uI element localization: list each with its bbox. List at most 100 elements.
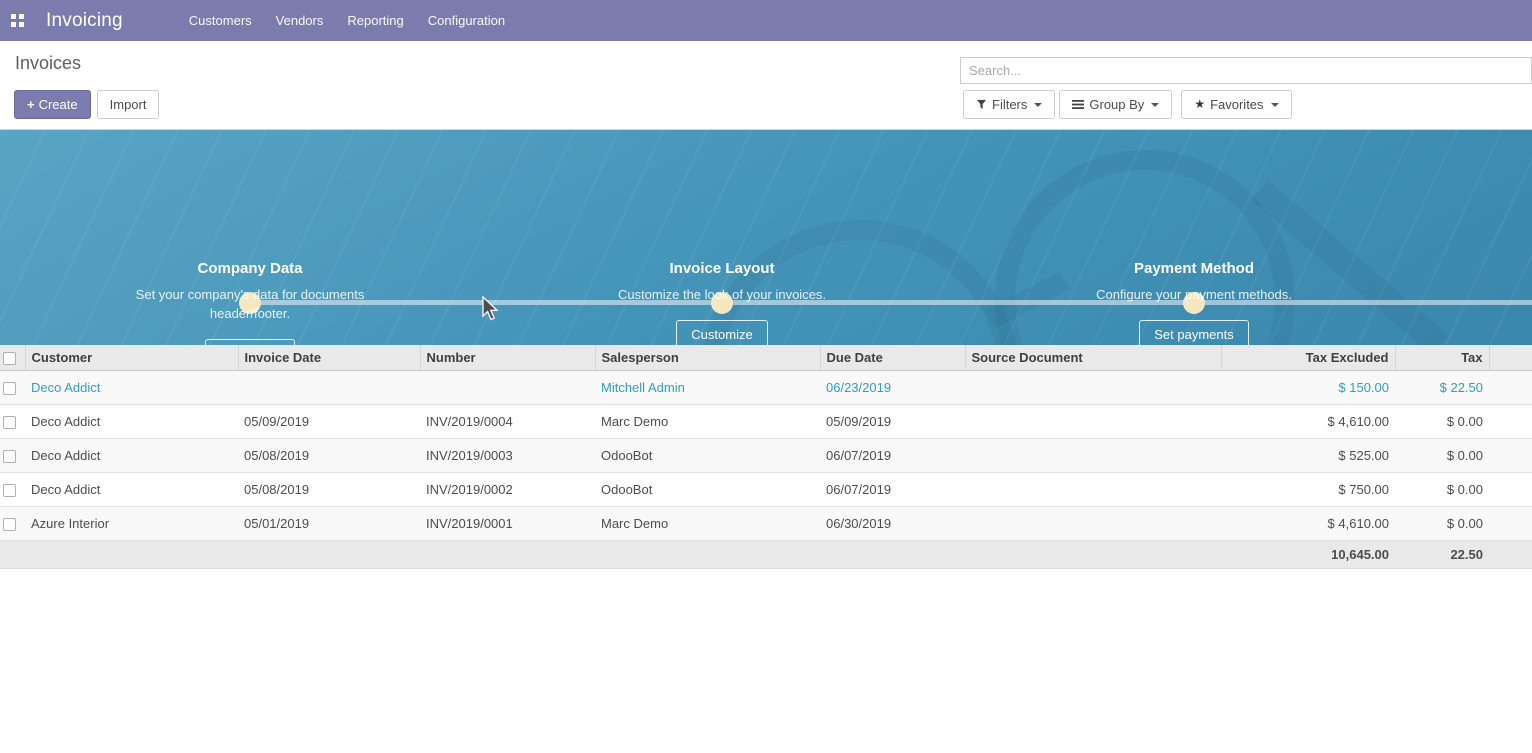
- cell-customer[interactable]: Deco Addict: [25, 472, 238, 506]
- col-header-tax[interactable]: Tax: [1395, 345, 1489, 370]
- star-icon: ★: [1194, 96, 1205, 113]
- menu-configuration[interactable]: Configuration: [418, 13, 515, 28]
- cell-salesperson[interactable]: OdooBot: [595, 472, 820, 506]
- group-by-icon: [1072, 99, 1084, 110]
- cell-number[interactable]: INV/2019/0001: [420, 506, 595, 540]
- row-select-cell: [0, 472, 25, 506]
- row-checkbox[interactable]: [3, 416, 16, 429]
- search-options: Filters Group By ★ Favorites: [963, 90, 1292, 119]
- cell-customer[interactable]: Azure Interior: [25, 506, 238, 540]
- cell-tax[interactable]: $ 22.50: [1395, 370, 1489, 404]
- import-button[interactable]: Import: [97, 90, 160, 119]
- apps-grid-icon: [11, 14, 24, 27]
- invoice-list-table: Customer Invoice Date Number Salesperson…: [0, 345, 1532, 569]
- col-header-customer[interactable]: Customer: [25, 345, 238, 370]
- invoice-row[interactable]: Deco Addict Mitchell Admin06/23/2019 $ 150…: [0, 370, 1532, 404]
- cell-salesperson[interactable]: Mitchell Admin: [595, 370, 820, 404]
- cell-invoice-date[interactable]: 05/09/2019: [238, 404, 420, 438]
- cell-due-date[interactable]: 06/23/2019: [820, 370, 965, 404]
- col-header-salesperson[interactable]: Salesperson: [595, 345, 820, 370]
- cell-tax[interactable]: $ 0.00: [1395, 472, 1489, 506]
- onboarding-step-payment-method: Payment Method Configure your payment me…: [1024, 194, 1364, 345]
- filters-dropdown[interactable]: Filters: [963, 90, 1055, 119]
- invoice-row[interactable]: Deco Addict05/08/2019INV/2019/0002OdooBo…: [0, 472, 1532, 506]
- cell-number[interactable]: [420, 370, 595, 404]
- col-header-tax-excluded[interactable]: Tax Excluded: [1221, 345, 1395, 370]
- tax-total: 22.50: [1395, 540, 1489, 568]
- step-title: Payment Method: [1024, 260, 1364, 277]
- cell-customer[interactable]: Deco Addict: [25, 404, 238, 438]
- cell-tax-excluded[interactable]: $ 750.00: [1221, 472, 1395, 506]
- row-checkbox[interactable]: [3, 484, 16, 497]
- lets-start-button[interactable]: Let's start!: [205, 339, 295, 345]
- table-header-row: Customer Invoice Date Number Salesperson…: [0, 345, 1532, 370]
- step-description: Set your company's data for documents he…: [133, 285, 368, 323]
- cell-source-document[interactable]: [965, 370, 1221, 404]
- step-description: Configure your payment methods.: [1077, 285, 1312, 304]
- plus-icon: +: [27, 97, 35, 112]
- select-all-checkbox[interactable]: [3, 352, 16, 365]
- cell-source-document[interactable]: [965, 506, 1221, 540]
- invoice-row[interactable]: Deco Addict05/08/2019INV/2019/0003OdooBo…: [0, 438, 1532, 472]
- row-select-cell: [0, 370, 25, 404]
- cell-tax-excluded[interactable]: $ 4,610.00: [1221, 404, 1395, 438]
- cell-source-document[interactable]: [965, 472, 1221, 506]
- cell-due-date[interactable]: 05/09/2019: [820, 404, 965, 438]
- cell-due-date[interactable]: 06/07/2019: [820, 472, 965, 506]
- menu-vendors[interactable]: Vendors: [266, 13, 334, 28]
- cell-number[interactable]: INV/2019/0004: [420, 404, 595, 438]
- cell-due-date[interactable]: 06/30/2019: [820, 506, 965, 540]
- step-title: Company Data: [80, 260, 420, 277]
- cell-salesperson[interactable]: Marc Demo: [595, 506, 820, 540]
- cell-invoice-date[interactable]: 05/01/2019: [238, 506, 420, 540]
- create-button[interactable]: +Create: [14, 90, 91, 119]
- group-by-dropdown[interactable]: Group By: [1059, 90, 1172, 119]
- search-input[interactable]: [960, 57, 1532, 84]
- cell-number[interactable]: INV/2019/0002: [420, 472, 595, 506]
- cell-customer[interactable]: Deco Addict: [25, 370, 238, 404]
- onboarding-step-company-data: Company Data Set your company's data for…: [80, 194, 420, 345]
- invoice-row[interactable]: Deco Addict05/09/2019INV/2019/0004Marc D…: [0, 404, 1532, 438]
- row-checkbox[interactable]: [3, 518, 16, 531]
- caret-down-icon: [1151, 103, 1159, 107]
- col-header-source-document[interactable]: Source Document: [965, 345, 1221, 370]
- app-title: Invoicing: [46, 10, 123, 32]
- cell-customer[interactable]: Deco Addict: [25, 438, 238, 472]
- cell-invoice-date[interactable]: [238, 370, 420, 404]
- cell-tax[interactable]: $ 0.00: [1395, 404, 1489, 438]
- cell-tax-excluded[interactable]: $ 4,610.00: [1221, 506, 1395, 540]
- menu-customers[interactable]: Customers: [179, 13, 262, 28]
- cell-invoice-date[interactable]: 05/08/2019: [238, 472, 420, 506]
- cell-number[interactable]: INV/2019/0003: [420, 438, 595, 472]
- step-description: Customize the look of your invoices.: [605, 285, 840, 304]
- select-all-cell: [0, 345, 25, 370]
- cell-tax[interactable]: $ 0.00: [1395, 438, 1489, 472]
- col-header-number[interactable]: Number: [420, 345, 595, 370]
- cell-source-document[interactable]: [965, 404, 1221, 438]
- row-checkbox[interactable]: [3, 382, 16, 395]
- cell-tax-excluded[interactable]: $ 525.00: [1221, 438, 1395, 472]
- cell-invoice-date[interactable]: 05/08/2019: [238, 438, 420, 472]
- totals-spacer: [0, 540, 1221, 568]
- customize-button[interactable]: Customize: [676, 320, 767, 345]
- cell-tax-excluded[interactable]: $ 150.00: [1221, 370, 1395, 404]
- cell-salesperson[interactable]: OdooBot: [595, 438, 820, 472]
- cell-salesperson[interactable]: Marc Demo: [595, 404, 820, 438]
- tax-excluded-total: 10,645.00: [1221, 540, 1395, 568]
- cell-spacer: [1489, 506, 1532, 540]
- set-payments-button[interactable]: Set payments: [1139, 320, 1249, 345]
- row-select-cell: [0, 506, 25, 540]
- apps-menu-button[interactable]: [0, 0, 34, 41]
- col-header-invoice-date[interactable]: Invoice Date: [238, 345, 420, 370]
- cell-source-document[interactable]: [965, 438, 1221, 472]
- onboarding-step-invoice-layout: Invoice Layout Customize the look of you…: [552, 194, 892, 345]
- cell-due-date[interactable]: 06/07/2019: [820, 438, 965, 472]
- caret-down-icon: [1271, 103, 1279, 107]
- favorites-dropdown[interactable]: ★ Favorites: [1181, 90, 1291, 119]
- invoice-row[interactable]: Azure Interior05/01/2019INV/2019/0001Mar…: [0, 506, 1532, 540]
- menu-reporting[interactable]: Reporting: [337, 13, 413, 28]
- row-checkbox[interactable]: [3, 450, 16, 463]
- cell-tax[interactable]: $ 0.00: [1395, 506, 1489, 540]
- col-header-due-date[interactable]: Due Date: [820, 345, 965, 370]
- row-select-cell: [0, 438, 25, 472]
